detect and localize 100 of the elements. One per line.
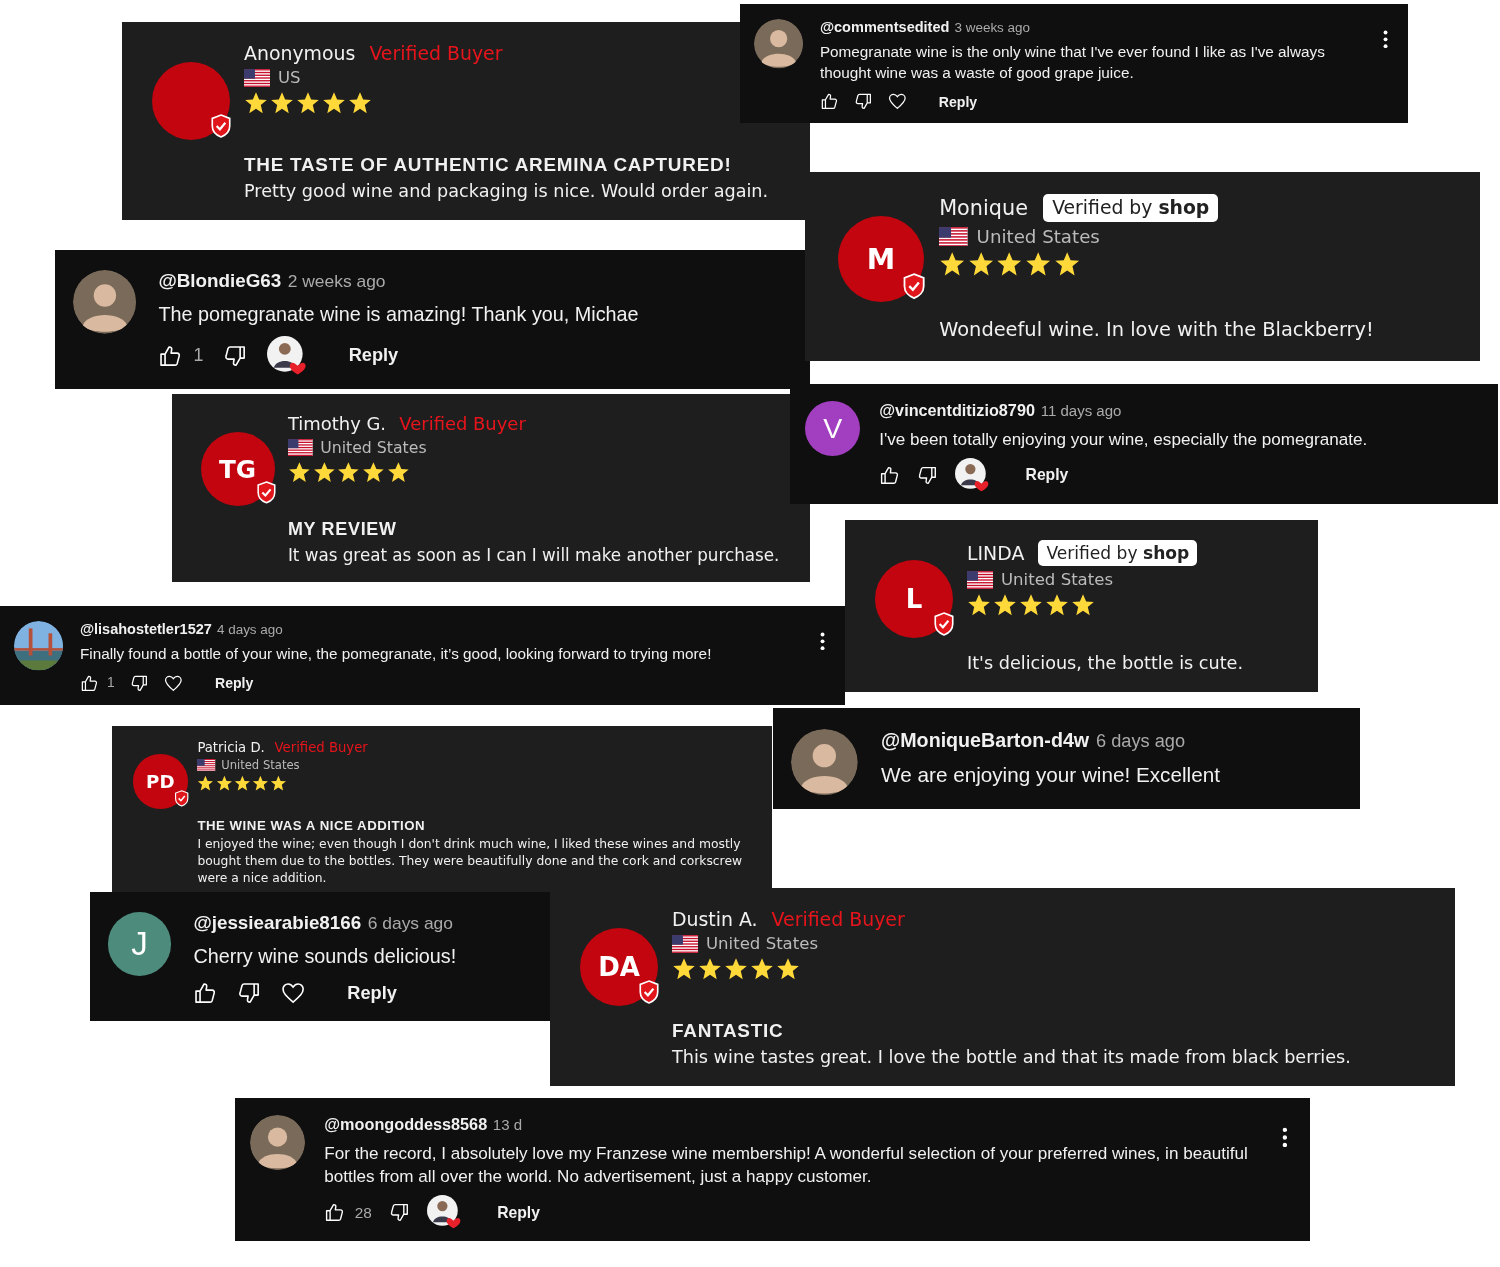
- user-avatar: TG: [200, 432, 275, 507]
- comment-time: 4 days ago: [216, 622, 283, 638]
- flag-icon: [197, 758, 216, 772]
- thumbs-up-icon[interactable]: [324, 1202, 346, 1223]
- star-icon: [1045, 593, 1069, 617]
- star-icon: [698, 957, 722, 981]
- comment-time: 6 days ago: [1096, 730, 1186, 752]
- username[interactable]: @jessiearabie8166: [193, 911, 362, 934]
- user-avatar: V: [805, 401, 861, 457]
- star-icon: [244, 91, 268, 115]
- comment-time: 13 d: [492, 1116, 523, 1134]
- menu-icon[interactable]: [1281, 1126, 1288, 1148]
- menu-icon[interactable]: [1382, 29, 1388, 49]
- country-name: US: [278, 68, 301, 87]
- review-title: MY REVIEW: [287, 519, 398, 541]
- thumbs-up-icon[interactable]: [79, 673, 99, 693]
- verified-shield-icon: [638, 980, 660, 1004]
- menu-icon[interactable]: [819, 631, 825, 651]
- username[interactable]: @vincentditizio8790: [879, 401, 1035, 421]
- star-icon: [361, 460, 385, 484]
- review-text: I enjoyed the wine; even though I don't drink much wine, I liked these wines and mostly bought them due to the bottles. They were beautifully done and the cork and corkscrew were a nice addition.: [197, 836, 744, 887]
- star-icon: [322, 91, 346, 115]
- verified-label: Verified Buyer: [399, 413, 526, 434]
- reply-button[interactable]: Reply: [337, 341, 410, 371]
- review-text: Wondeeful wine. In love with the Blackberry!: [939, 317, 1375, 344]
- star-icon: [1053, 251, 1080, 278]
- review-title: THE TASTE OF AUTHENTIC AREMINA CAPTURED!: [244, 154, 733, 176]
- username[interactable]: @MoniqueBarton-d4w: [881, 728, 1090, 752]
- thumbs-up-icon[interactable]: [193, 980, 218, 1006]
- avatar-icon: [753, 19, 803, 69]
- review-text: This wine tastes great. I love the bottle and that its made from black berries.: [672, 1046, 1352, 1069]
- star-icon: [270, 91, 294, 115]
- verified-shield-icon: [210, 114, 232, 138]
- comment-text: Pomegranate wine is the only wine that I've ever found I like as I've always thought wine was a waste of good grape juice.: [819, 42, 1326, 83]
- star-icon: [215, 774, 233, 792]
- heart-icon[interactable]: [164, 673, 183, 693]
- creator-heart-icon[interactable]: [267, 336, 307, 376]
- star-icon: [337, 460, 361, 484]
- user-avatar: L: [875, 560, 953, 638]
- user-avatar: DA: [580, 928, 658, 1006]
- reviewer-name: Timothy G.: [287, 413, 387, 434]
- thumbs-down-icon[interactable]: [388, 1202, 410, 1223]
- verified-badge: Verified by shop: [1043, 194, 1219, 222]
- thumbs-up-icon[interactable]: [819, 92, 839, 111]
- reply-button[interactable]: Reply: [336, 978, 408, 1008]
- username[interactable]: @commentsedited: [819, 19, 950, 36]
- star-icon: [967, 593, 991, 617]
- star-icon: [996, 251, 1023, 278]
- flag-icon: [967, 570, 993, 589]
- star-icon: [197, 774, 215, 792]
- country-name: United States: [1001, 570, 1114, 589]
- creator-heart-icon[interactable]: [426, 1195, 462, 1230]
- star-icon: [750, 957, 774, 981]
- heart-icon[interactable]: [887, 92, 907, 111]
- reviewer-name: Patricia D.: [197, 740, 265, 755]
- like-count: 28: [354, 1203, 372, 1222]
- thumbs-down-icon[interactable]: [917, 465, 939, 486]
- heart-icon[interactable]: [281, 980, 306, 1006]
- reviewer-name: Monique: [939, 195, 1028, 220]
- country-name: United States: [320, 437, 427, 457]
- like-count: 1: [107, 675, 115, 691]
- creator-heart-icon[interactable]: [955, 458, 990, 493]
- reply-button[interactable]: Reply: [1016, 462, 1078, 489]
- avatar-icon: [250, 1115, 306, 1171]
- reviewer-name: Dustin A.: [672, 908, 758, 930]
- review-title: THE WINE WAS A NICE ADDITION: [197, 818, 427, 834]
- reply-button[interactable]: Reply: [930, 90, 986, 113]
- user-avatar: PD: [133, 754, 188, 809]
- thumbs-up-icon[interactable]: [158, 343, 183, 368]
- comment-time: 11 days ago: [1040, 402, 1122, 420]
- star-icon: [287, 460, 311, 484]
- review-text: It was great as soon as I can I will make another purchase.: [287, 544, 781, 567]
- star-icon: [1024, 251, 1052, 278]
- verified-label: Verified Buyer: [771, 908, 905, 930]
- review-title: FANTASTIC: [672, 1020, 785, 1042]
- review-text: It's delicious, the bottle is cute.: [967, 652, 1245, 675]
- like-count: 1: [193, 345, 204, 367]
- thumbs-down-icon[interactable]: [237, 980, 262, 1006]
- star-icon: [312, 460, 336, 484]
- flag-icon: [672, 934, 698, 953]
- thumbs-down-icon[interactable]: [223, 343, 248, 368]
- thumbs-down-icon[interactable]: [853, 92, 873, 111]
- thumbs-down-icon[interactable]: [130, 673, 149, 693]
- star-icon: [348, 91, 372, 115]
- verified-shield-icon: [901, 273, 926, 300]
- comment-text: I've been totally enjoying your wine, especially the pomegranate.: [879, 428, 1368, 451]
- star-icon: [251, 774, 269, 792]
- comment-text: Finally found a bottle of your wine, the pomegranate, it’s good, looking forward to trying more!: [79, 644, 712, 665]
- reply-button[interactable]: Reply: [487, 1199, 550, 1226]
- star-icon: [776, 957, 800, 981]
- star-icon: [967, 251, 995, 278]
- star-icon: [233, 774, 251, 792]
- username[interactable]: @lisahostetler1527: [79, 621, 212, 638]
- reply-button[interactable]: Reply: [206, 671, 262, 695]
- thumbs-up-icon[interactable]: [879, 465, 901, 486]
- star-icon: [939, 251, 966, 278]
- username[interactable]: @BlondieG63: [158, 269, 282, 292]
- username[interactable]: @moongoddess8568: [324, 1115, 488, 1135]
- verified-shield-icon: [173, 790, 189, 808]
- flag-icon: [939, 226, 968, 247]
